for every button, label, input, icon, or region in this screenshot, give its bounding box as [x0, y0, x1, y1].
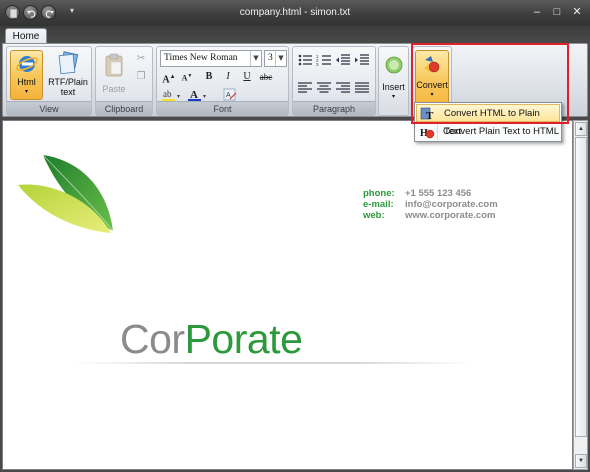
scissors-icon: ✂ [136, 53, 146, 64]
bullet-list-icon [298, 54, 312, 66]
document-editor[interactable]: CorPorate phone: +1 555 123 456 e-mail: … [2, 120, 573, 470]
italic-button[interactable]: I [219, 69, 237, 85]
font-group: Times New Roman ▼ 3 ▼ A▲ A▼ B I U abc ab… [156, 46, 289, 116]
clipboard-group-label: Clipboard [96, 101, 152, 115]
justify-icon [355, 82, 369, 93]
svg-text:3: 3 [316, 62, 319, 67]
font-size-select[interactable]: 3 ▼ [264, 50, 287, 67]
font-name-select[interactable]: Times New Roman ▼ [160, 50, 262, 67]
justify-button[interactable] [353, 81, 371, 97]
maximize-button[interactable]: □ [550, 6, 564, 18]
logo-part-cor: Cor [120, 316, 185, 362]
align-left-button[interactable] [296, 81, 314, 97]
numbered-list-icon: 123 [316, 54, 331, 67]
scroll-up-icon[interactable]: ▲ [575, 122, 587, 136]
copy-button[interactable]: ❐ [132, 69, 150, 85]
web-label: web: [363, 210, 385, 221]
svg-text:▾: ▾ [177, 94, 180, 100]
menu-item-label: Convert Plain Text to HTML [443, 126, 559, 137]
bold-button[interactable]: B [200, 69, 218, 85]
text-to-html-icon: H [420, 128, 435, 139]
paste-label: Paste [102, 84, 126, 94]
title-bar: ▾ company.html - simon.txt – □ ✕ [0, 0, 590, 26]
leaf-logo-icon [18, 154, 114, 233]
view-group: Html ▾ RTF/Plain text View [6, 46, 92, 116]
underline-button[interactable]: U [238, 69, 256, 85]
phone-label: phone: [363, 188, 395, 199]
email-value: info@corporate.com [405, 199, 498, 210]
insert-button[interactable]: Insert ▾ [380, 50, 407, 114]
view-group-label: View [7, 101, 91, 115]
scroll-down-icon[interactable]: ▼ [575, 454, 587, 468]
strikethrough-button[interactable]: abc [257, 69, 275, 85]
indent-icon [355, 54, 369, 65]
rtf-label-line2: text [60, 87, 76, 97]
paste-button[interactable]: Paste [98, 50, 130, 100]
rtf-plain-text-button[interactable]: RTF/Plain text [45, 50, 91, 100]
align-left-icon [298, 82, 312, 93]
paragraph-group-label: Paragraph [293, 101, 375, 115]
shrink-font-button[interactable]: A▼ [178, 69, 196, 85]
html-view-label: Html [17, 77, 36, 87]
logo-part-porate: Porate [184, 316, 303, 362]
paste-icon [105, 53, 123, 77]
logo-underline [73, 362, 473, 364]
outdent-icon [336, 54, 350, 65]
font-size-value: 3 [268, 53, 273, 63]
align-right-button[interactable] [334, 81, 352, 97]
rtf-document-icon [58, 51, 79, 75]
cut-button[interactable]: ✂ [132, 51, 150, 67]
window-title: company.html - simon.txt [239, 7, 351, 18]
font-group-label: Font [157, 101, 288, 115]
phone-value: +1 555 123 456 [405, 188, 472, 199]
clipboard-group: Paste ✂ ❐ Clipboard [95, 46, 153, 116]
email-label: e-mail: [363, 199, 394, 210]
company-logo-text: CorPorate [120, 316, 303, 363]
minimize-button[interactable]: – [530, 6, 544, 18]
scroll-thumb[interactable] [575, 137, 587, 437]
chevron-down-icon: ▾ [24, 89, 28, 95]
insert-label: Insert [382, 82, 405, 92]
font-name-value: Times New Roman [164, 53, 238, 63]
chevron-down-icon: ▼ [250, 51, 261, 66]
chevron-down-icon: ▾ [391, 94, 395, 100]
chevron-down-icon: ▼ [275, 51, 286, 66]
copy-icon: ❐ [136, 71, 146, 82]
bullet-list-button[interactable] [296, 53, 314, 69]
increase-indent-button[interactable] [353, 53, 371, 69]
menu-item-plain-to-html[interactable]: H Convert Plain Text to HTML [416, 123, 560, 141]
align-center-button[interactable] [315, 81, 333, 97]
grow-font-button[interactable]: A▲ [160, 69, 178, 85]
internet-explorer-icon [15, 56, 38, 72]
ribbon-tab-strip: Home [0, 26, 590, 45]
insert-group: Insert ▾ [378, 46, 409, 116]
annotation-highlight-box [411, 43, 569, 124]
close-button[interactable]: ✕ [570, 6, 584, 18]
align-center-icon [317, 82, 331, 93]
application-window: ▾ company.html - simon.txt – □ ✕ Home Ht… [0, 0, 590, 472]
html-view-button[interactable]: Html ▾ [10, 50, 43, 100]
align-right-icon [336, 82, 350, 93]
svg-text:▾: ▾ [203, 94, 206, 100]
paragraph-group: 123 Paragraph [292, 46, 376, 116]
web-value: www.corporate.com [405, 210, 496, 221]
vertical-scrollbar[interactable]: ▲ ▼ [573, 120, 588, 470]
rtf-label-line1: RTF/Plain [48, 77, 88, 87]
insert-icon [385, 56, 402, 74]
numbered-list-button[interactable]: 123 [315, 53, 333, 69]
svg-text:ab: ab [163, 89, 172, 99]
decrease-indent-button[interactable] [334, 53, 352, 69]
